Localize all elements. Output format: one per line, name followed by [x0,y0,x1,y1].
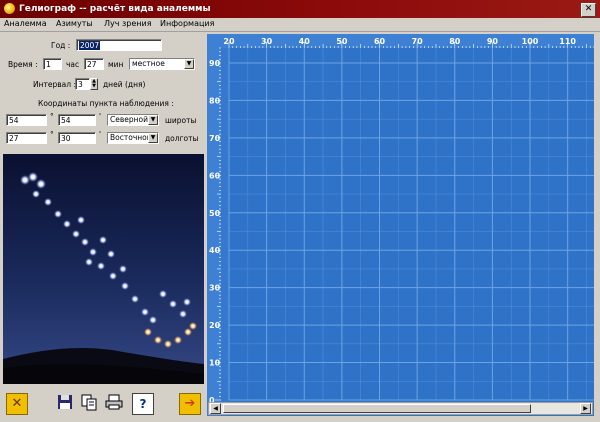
longitude-minutes-field[interactable]: 30 [58,132,96,144]
coords-heading: Координаты пункта наблюдения : [38,99,174,108]
x-tick-label: 100 [522,37,539,46]
menu-azimuths[interactable]: Азимуты [56,19,93,28]
next-arrow-icon[interactable]: ➔ [179,393,201,415]
hour-field[interactable]: 1 [43,58,62,70]
y-tick-label: 70 [209,134,221,143]
plot-canvas[interactable]: 20 30 40 50 60 70 80 90 100 110 90 80 70 60 50 40 30 20 10… [207,34,594,416]
year-field[interactable]: 2007 [76,39,162,51]
scroll-right-icon[interactable]: ▶ [580,403,591,414]
menu-line-of-sight[interactable]: Луч зрения [104,19,152,28]
title-bar: Гелиограф -- расчёт вида аналеммы ✕ [0,0,600,18]
y-tick-label: 90 [209,59,221,68]
interval-field[interactable]: 3 [75,78,90,90]
analemma-photo [3,154,204,384]
y-tick-label: 30 [209,284,221,293]
x-tick-label: 40 [299,37,311,46]
latitude-degrees-field[interactable]: 54 [6,114,47,126]
y-tick-label: 40 [209,246,221,255]
x-tick-label: 80 [449,37,461,46]
timezone-value: местное [132,59,165,68]
degree-symbol: ° [50,112,54,121]
latitude-minutes-field[interactable]: 54 [58,114,96,126]
y-tick-label: 20 [209,321,221,330]
scroll-thumb[interactable] [223,404,531,413]
x-tick-label: 50 [336,37,348,46]
chevron-down-icon[interactable]: ▼ [148,133,158,143]
latitude-hemisphere-value: Северной [110,115,149,124]
longitude-degrees-field[interactable]: 27 [6,132,47,144]
menu-information[interactable]: Информация [160,19,214,28]
save-icon[interactable] [55,393,75,413]
x-tick-label: 110 [559,37,576,46]
interval-label: Интервал : [33,80,76,89]
y-tick-label: 80 [209,96,221,105]
close-button[interactable]: ✕ [581,3,596,17]
menu-analemma[interactable]: Аналемма [4,19,47,28]
interval-unit-label: дней (дня) [103,80,146,89]
longitude-word: долготы [165,134,199,143]
minute-symbol: ' [99,130,102,139]
time-label: Время : [8,60,38,69]
longitude-hemisphere-select[interactable]: Восточной ▼ [107,132,159,144]
analemma-plot[interactable]: 20 30 40 50 60 70 80 90 100 110 90 80 70 60 50 40 30 20 10… [207,34,594,416]
scroll-left-icon[interactable]: ◀ [210,403,221,414]
x-tick-label: 20 [223,37,235,46]
year-label: Год : [51,41,71,50]
x-tick-label: 90 [487,37,499,46]
minute-unit-label: мин [108,60,124,69]
timezone-select[interactable]: местное ▼ [129,58,195,70]
left-margin [221,48,229,416]
horizontal-scrollbar[interactable]: ◀ ▶ [208,402,593,415]
analemma-photo-image [3,154,204,384]
minute-symbol: ' [99,112,102,121]
chevron-down-icon[interactable]: ▼ [148,115,158,125]
interval-spinner[interactable]: ▲ ▼ [90,78,98,90]
latitude-hemisphere-select[interactable]: Северной ▼ [107,114,159,126]
window-title: Гелиограф -- расчёт вида аналеммы [19,4,211,14]
y-tick-label: 60 [209,171,221,180]
x-tick-label: 60 [374,37,386,46]
minute-field[interactable]: 27 [84,58,104,70]
year-value: 2007 [79,41,101,50]
parameters-panel: Год : 2007 Время : 1 час 27 мин местное … [2,33,204,151]
degree-symbol: ° [50,130,54,139]
help-button[interactable]: ? [132,393,154,415]
chevron-down-icon[interactable]: ▼ [184,59,194,69]
x-tick-label: 70 [412,37,424,46]
latitude-word: широты [165,116,197,125]
copy-icon[interactable] [79,393,99,413]
hour-unit-label: час [66,60,80,69]
printer-icon[interactable] [104,393,124,413]
menu-bar: Аналемма Азимуты Луч зрения Информация [0,18,600,32]
x-tick-label: 30 [261,37,273,46]
y-tick-label: 50 [209,209,221,218]
longitude-hemisphere-value: Восточной [110,133,152,142]
toolbar: ✕ ? ➔ [3,391,204,417]
sun-app-icon [4,3,15,14]
y-tick-label: 10 [209,359,221,368]
calculate-icon[interactable]: ✕ [6,393,28,415]
plot-background [207,34,594,416]
